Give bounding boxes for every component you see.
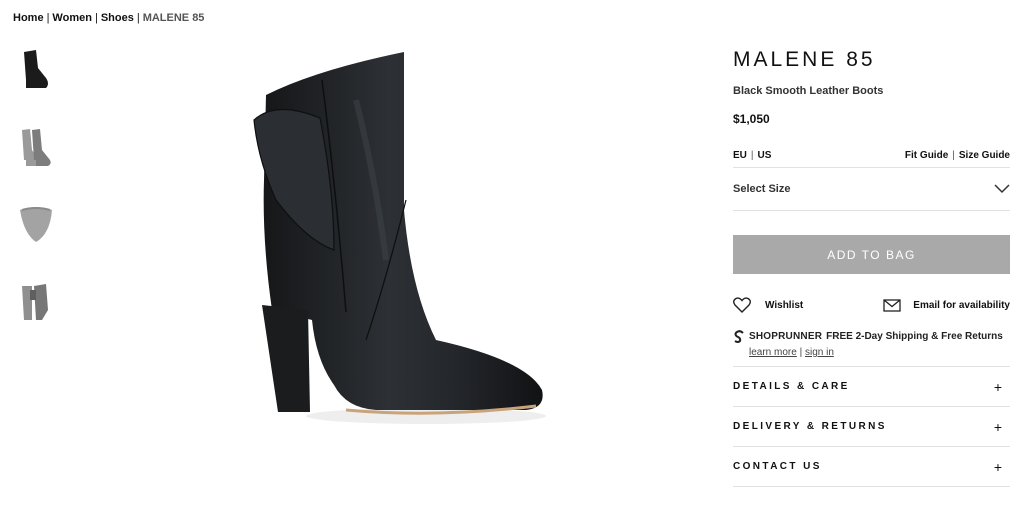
wishlist-label: Wishlist xyxy=(765,299,804,311)
boot-pair-icon xyxy=(22,129,51,166)
shoprunner-sign-in-link[interactable]: sign in xyxy=(805,347,834,358)
plus-icon: + xyxy=(993,378,1002,395)
accordion-details-care[interactable]: DETAILS & CARE + xyxy=(733,367,1010,407)
accordion-delivery-returns[interactable]: DELIVERY & RETURNS + xyxy=(733,407,1010,447)
shoprunner-logo-icon xyxy=(734,330,744,343)
product-price: $1,050 xyxy=(733,112,770,126)
size-unit-separator: | xyxy=(750,149,754,161)
shoprunner-offer: FREE 2-Day Shipping & Free Returns xyxy=(826,331,1003,342)
breadcrumb-separator: | xyxy=(46,12,50,24)
thumbnail-gallery xyxy=(16,46,56,358)
breadcrumb-women[interactable]: Women xyxy=(52,12,92,24)
thumbnail-4[interactable] xyxy=(16,280,56,328)
breadcrumb: Home | Women | Shoes | MALENE 85 xyxy=(13,12,204,24)
plus-icon: + xyxy=(993,458,1002,475)
size-options-row: EU | US Fit Guide | Size Guide xyxy=(733,148,1010,162)
size-select[interactable]: Select Size xyxy=(733,168,1010,210)
product-subtitle: Black Smooth Leather Boots xyxy=(733,85,884,97)
accordion-label: CONTACT US xyxy=(733,461,822,472)
guide-separator: | xyxy=(952,149,955,161)
product-actions: Wishlist Email for availability xyxy=(733,296,1010,314)
plus-icon: + xyxy=(993,418,1002,435)
divider xyxy=(733,210,1010,211)
heart-icon xyxy=(733,297,751,313)
product-accordion: DETAILS & CARE + DELIVERY & RETURNS + CO… xyxy=(733,366,1010,487)
shoprunner-links: learn more | sign in xyxy=(749,347,834,358)
wishlist-button[interactable]: Wishlist xyxy=(733,297,803,313)
size-unit-eu[interactable]: EU xyxy=(733,150,747,161)
thumbnail-3[interactable] xyxy=(16,202,56,250)
shoprunner-logo-text: SHOPRUNNER xyxy=(749,331,823,342)
breadcrumb-separator: | xyxy=(136,12,140,24)
boot-back-icon xyxy=(22,284,48,320)
guide-links: Fit Guide | Size Guide xyxy=(905,150,1010,161)
boot-side-icon xyxy=(24,50,48,88)
breadcrumb-shoes[interactable]: Shoes xyxy=(101,12,134,24)
envelope-icon xyxy=(883,298,901,312)
size-unit-us[interactable]: US xyxy=(758,150,772,161)
boot-sole-icon xyxy=(20,207,52,242)
accordion-label: DETAILS & CARE xyxy=(733,381,850,392)
accordion-label: DELIVERY & RETURNS xyxy=(733,421,887,432)
shoprunner-promo: SHOPRUNNER FREE 2-Day Shipping & Free Re… xyxy=(733,330,1010,358)
size-select-label: Select Size xyxy=(733,183,791,195)
chevron-down-icon xyxy=(994,184,1010,194)
black-boot-image xyxy=(253,52,546,424)
fit-guide-link[interactable]: Fit Guide xyxy=(905,150,948,161)
product-title: MALENE 85 xyxy=(733,48,876,71)
breadcrumb-separator: | xyxy=(94,12,98,24)
product-image xyxy=(236,40,556,440)
shoprunner-line: SHOPRUNNER FREE 2-Day Shipping & Free Re… xyxy=(733,330,1010,343)
breadcrumb-home[interactable]: Home xyxy=(13,12,44,24)
email-availability-button[interactable]: Email for availability xyxy=(883,298,1010,312)
size-guide-link[interactable]: Size Guide xyxy=(959,150,1010,161)
product-info: MALENE 85 Black Smooth Leather Boots $1,… xyxy=(733,48,1010,487)
shoprunner-learn-more-link[interactable]: learn more xyxy=(749,347,797,358)
add-to-bag-button[interactable]: ADD TO BAG xyxy=(733,235,1010,274)
thumbnail-2[interactable] xyxy=(16,124,56,172)
thumbnail-1[interactable] xyxy=(16,46,56,94)
email-availability-label: Email for availability xyxy=(913,299,1010,311)
size-units: EU | US xyxy=(733,150,771,161)
breadcrumb-current: MALENE 85 xyxy=(142,12,205,24)
accordion-contact-us[interactable]: CONTACT US + xyxy=(733,447,1010,487)
